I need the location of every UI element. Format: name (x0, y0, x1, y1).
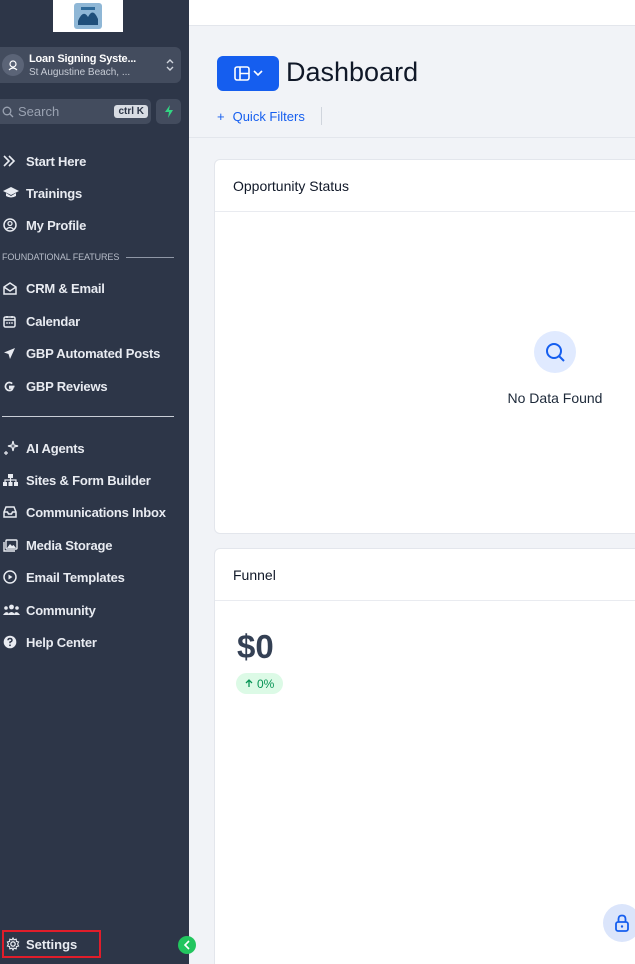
sidebar-item-gbp-reviews[interactable]: GBP Reviews (0, 375, 189, 397)
quick-action-button[interactable] (156, 99, 181, 124)
location-avatar-icon (2, 54, 24, 76)
sidebar-divider (2, 416, 174, 417)
account-location: St Augustine Beach, ... (29, 66, 131, 78)
chevron-down-icon (252, 70, 263, 77)
sidebar-item-label: GBP Automated Posts (26, 345, 161, 361)
empty-state-text: No Data Found (507, 390, 603, 406)
play-circle-icon (0, 570, 22, 584)
double-chevron-right-icon (0, 155, 22, 167)
chevron-up-down-icon (163, 58, 177, 72)
card-title: Funnel (215, 549, 635, 601)
search-shortcut-badge: ctrl K (114, 105, 148, 118)
mail-open-icon (0, 281, 22, 295)
google-icon (0, 380, 22, 393)
sidebar-item-label: Community (26, 602, 96, 618)
sidebar-item-email-templates[interactable]: Email Templates (0, 566, 189, 588)
lock-icon (615, 914, 629, 932)
search-placeholder: Search (18, 104, 60, 119)
graduation-cap-icon (0, 187, 22, 199)
quick-filters-label: Quick Filters (232, 109, 305, 124)
gear-icon (4, 937, 20, 951)
lightning-icon (164, 105, 173, 118)
card-title: Opportunity Status (215, 160, 635, 212)
sitemap-icon (0, 473, 22, 487)
plus-icon: + (217, 109, 225, 124)
sidebar-item-label: CRM & Email (26, 280, 105, 296)
collapse-sidebar-button[interactable] (178, 936, 196, 954)
funnel-amount: $0 (237, 628, 274, 665)
sidebar-item-trainings[interactable]: Trainings (0, 182, 189, 204)
lock-button[interactable] (603, 904, 635, 942)
funnel-change-badge: 0% (236, 673, 284, 694)
search-icon (534, 331, 576, 373)
sidebar-item-media-storage[interactable]: Media Storage (0, 534, 189, 556)
sidebar-item-label: AI Agents (26, 440, 85, 456)
sidebar-item-community[interactable]: Community (0, 599, 189, 621)
sidebar-item-ai-agents[interactable]: AI Agents (0, 437, 189, 459)
sidebar-item-my-profile[interactable]: My Profile (0, 214, 189, 236)
filter-separator (321, 107, 322, 125)
funnel-change-value: 0% (257, 676, 275, 691)
chevron-left-icon (183, 940, 190, 950)
send-icon (0, 347, 22, 360)
sidebar-item-label: Communications Inbox (26, 504, 166, 520)
sidebar-item-label: Media Storage (26, 537, 113, 553)
sidebar-item-settings[interactable]: Settings (2, 930, 101, 958)
help-circle-icon (0, 635, 22, 649)
user-circle-icon (0, 218, 22, 232)
dashboard-header: Dashboard + Quick Filters (189, 27, 635, 138)
sidebar-item-start-here[interactable]: Start Here (0, 150, 189, 172)
sidebar-item-label: Calendar (26, 313, 81, 329)
funnel-card: Funnel $0 0% (214, 548, 635, 964)
sidebar-item-label: Start Here (26, 153, 87, 169)
sidebar-search[interactable]: Search ctrl K (0, 99, 151, 124)
sidebar-item-label: My Profile (26, 217, 87, 233)
calendar-icon (0, 315, 22, 328)
section-divider (126, 257, 174, 258)
opportunity-status-card: Opportunity Status No Data Found (214, 159, 635, 534)
inbox-icon (0, 506, 22, 518)
sidebar-item-label: Trainings (26, 185, 82, 201)
sidebar-item-sites-form-builder[interactable]: Sites & Form Builder (0, 469, 189, 491)
sidebar-item-label: Help Center (26, 634, 97, 650)
empty-state: No Data Found (505, 331, 605, 406)
sidebar-item-communications-inbox[interactable]: Communications Inbox (0, 501, 189, 523)
images-icon (0, 538, 22, 552)
dashboard-switcher-button[interactable] (217, 56, 279, 91)
settings-label: Settings (26, 936, 78, 952)
sidebar-item-gbp-automated-posts[interactable]: GBP Automated Posts (0, 342, 189, 364)
sidebar-item-label: GBP Reviews (26, 378, 108, 394)
sidebar-item-help-center[interactable]: Help Center (0, 631, 189, 653)
sidebar-item-crm-email[interactable]: CRM & Email (0, 277, 189, 299)
section-label-foundational: FOUNDATIONAL FEATURES (2, 252, 120, 262)
account-switcher[interactable]: Loan Signing Syste... St Augustine Beach… (0, 47, 181, 83)
top-bar (189, 0, 635, 26)
logo-emblem-icon (74, 3, 102, 29)
search-icon (2, 106, 14, 118)
sidebar-item-calendar[interactable]: Calendar (0, 310, 189, 332)
quick-filters-button[interactable]: + Quick Filters (217, 109, 305, 124)
users-icon (0, 604, 22, 616)
page-title: Dashboard (286, 57, 419, 87)
company-logo[interactable] (53, 0, 123, 32)
sparkles-icon (0, 440, 22, 456)
sidebar-item-label: Email Templates (26, 569, 125, 585)
sidebar: Loan Signing Syste... St Augustine Beach… (0, 0, 189, 964)
account-name: Loan Signing Syste... (29, 52, 137, 65)
sidebar-item-label: Sites & Form Builder (26, 472, 151, 488)
layout-icon (233, 66, 250, 81)
arrow-up-icon (245, 679, 253, 687)
